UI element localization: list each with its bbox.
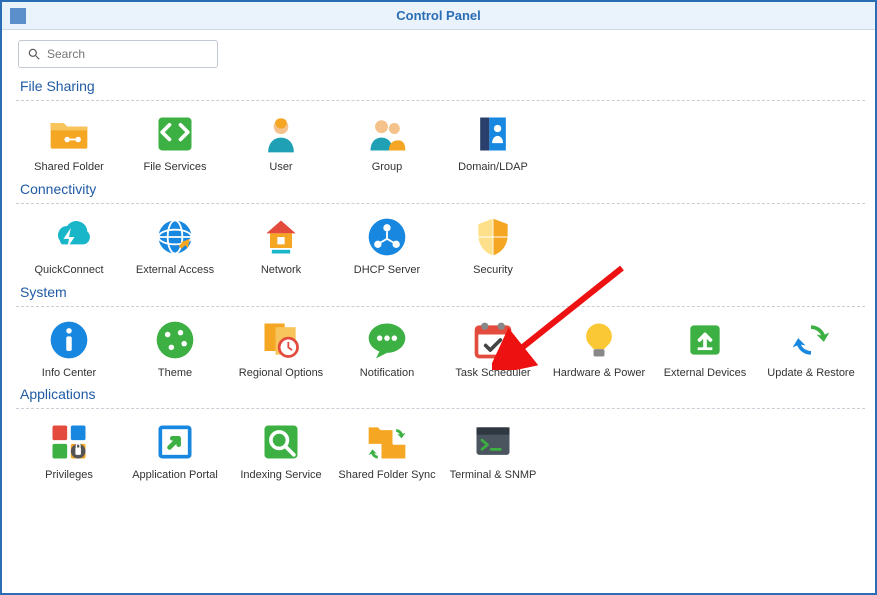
label: Security [473,264,513,278]
item-network[interactable]: Network [228,210,334,282]
label: Network [261,264,301,278]
application-portal-icon [152,419,198,465]
section-title-applications: Applications [16,384,865,406]
label: Terminal & SNMP [450,469,537,483]
shared-folder-sync-icon [364,419,410,465]
label: Domain/LDAP [458,161,528,175]
item-privileges[interactable]: Privileges [16,415,122,487]
grid-system: Info Center Theme Regional Options Notif… [16,313,865,385]
search-wrap [18,40,865,68]
label: Hardware & Power [553,367,645,381]
window-title: Control Panel [2,8,875,23]
regional-options-icon [258,317,304,363]
group-icon [364,111,410,157]
item-quickconnect[interactable]: QuickConnect [16,210,122,282]
item-info-center[interactable]: Info Center [16,313,122,385]
section-title-system: System [16,282,865,304]
theme-icon [152,317,198,363]
section-title-file-sharing: File Sharing [16,76,865,98]
domain-ldap-icon [470,111,516,157]
info-center-icon [46,317,92,363]
item-theme[interactable]: Theme [122,313,228,385]
item-hardware-power[interactable]: Hardware & Power [546,313,652,385]
hardware-power-icon [576,317,622,363]
label: Privileges [45,469,93,483]
label: Update & Restore [767,367,854,381]
item-application-portal[interactable]: Application Portal [122,415,228,487]
external-access-icon [152,214,198,260]
item-indexing-service[interactable]: Indexing Service [228,415,334,487]
item-file-services[interactable]: File Services [122,107,228,179]
item-shared-folder-sync[interactable]: Shared Folder Sync [334,415,440,487]
update-restore-icon [788,317,834,363]
label: Task Scheduler [455,367,530,381]
external-devices-icon [682,317,728,363]
label: Theme [158,367,192,381]
label: Regional Options [239,367,323,381]
item-task-scheduler[interactable]: Task Scheduler [440,313,546,385]
network-icon [258,214,304,260]
label: Shared Folder [34,161,104,175]
item-external-devices[interactable]: External Devices [652,313,758,385]
search-input[interactable] [47,47,209,61]
user-icon [258,111,304,157]
divider [16,408,865,409]
label: Notification [360,367,414,381]
task-scheduler-icon [470,317,516,363]
label: QuickConnect [34,264,103,278]
security-icon [470,214,516,260]
search-box[interactable] [18,40,218,68]
notification-icon [364,317,410,363]
indexing-service-icon [258,419,304,465]
divider [16,203,865,204]
grid-applications: Privileges Application Portal Indexing S… [16,415,865,487]
titlebar: Control Panel [2,2,875,30]
item-group[interactable]: Group [334,107,440,179]
privileges-icon [46,419,92,465]
item-regional-options[interactable]: Regional Options [228,313,334,385]
grid-file-sharing: Shared Folder File Services User Group [16,107,865,179]
label: External Access [136,264,214,278]
grid-connectivity: QuickConnect External Access Network DHC… [16,210,865,282]
label: Info Center [42,367,96,381]
label: File Services [144,161,207,175]
dhcp-server-icon [364,214,410,260]
label: DHCP Server [354,264,420,278]
item-update-restore[interactable]: Update & Restore [758,313,864,385]
item-user[interactable]: User [228,107,334,179]
search-icon [27,47,41,61]
label: Application Portal [132,469,218,483]
item-shared-folder[interactable]: Shared Folder [16,107,122,179]
label: Shared Folder Sync [338,469,435,483]
item-security[interactable]: Security [440,210,546,282]
content: File Sharing Shared Folder File Services [2,30,875,593]
item-notification[interactable]: Notification [334,313,440,385]
control-panel-window: Control Panel File Sharing Shared Folder [0,0,877,595]
shared-folder-icon [46,111,92,157]
label: External Devices [664,367,747,381]
label: Group [372,161,403,175]
divider [16,100,865,101]
item-external-access[interactable]: External Access [122,210,228,282]
terminal-snmp-icon [470,419,516,465]
section-title-connectivity: Connectivity [16,179,865,201]
file-services-icon [152,111,198,157]
divider [16,306,865,307]
item-dhcp-server[interactable]: DHCP Server [334,210,440,282]
quickconnect-icon [46,214,92,260]
label: User [269,161,292,175]
label: Indexing Service [240,469,321,483]
item-domain-ldap[interactable]: Domain/LDAP [440,107,546,179]
item-terminal-snmp[interactable]: Terminal & SNMP [440,415,546,487]
